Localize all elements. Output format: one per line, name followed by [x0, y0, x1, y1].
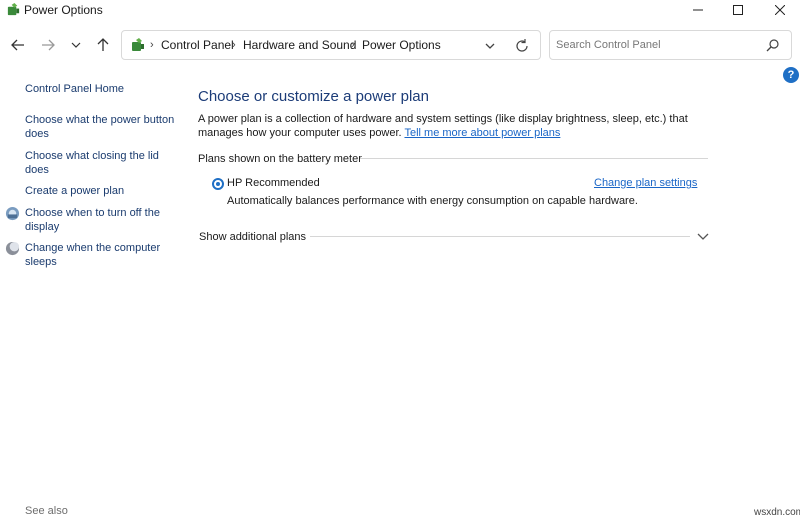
- address-dropdown-icon[interactable]: [482, 38, 498, 54]
- up-arrow-icon: [97, 38, 109, 51]
- display-icon: [5, 206, 20, 221]
- control-panel-home-link[interactable]: Control Panel Home: [25, 82, 177, 96]
- maximize-button[interactable]: [718, 0, 758, 20]
- forward-arrow-icon: [42, 39, 55, 51]
- breadcrumb-control-panel[interactable]: Control Panel: [161, 38, 234, 52]
- description-line-2: manages how your computer uses power. Te…: [198, 126, 688, 140]
- search-icon[interactable]: [766, 38, 780, 52]
- plan-description: Automatically balances performance with …: [227, 195, 638, 207]
- refresh-icon[interactable]: [514, 38, 530, 54]
- see-also-heading: See also: [25, 505, 68, 517]
- breadcrumb-hardware-and-sound[interactable]: Hardware and Sound: [243, 38, 356, 52]
- minimize-icon: [693, 9, 703, 11]
- sidebar-item-turn-off-display[interactable]: Choose when to turn off the display: [25, 206, 177, 234]
- moon-sleep-icon: [5, 241, 20, 256]
- back-arrow-icon: [11, 39, 24, 51]
- group-divider: [360, 158, 708, 159]
- hp-recommended-radio[interactable]: [212, 178, 224, 190]
- sidebar-item-computer-sleeps[interactable]: Change when the computer sleeps: [25, 241, 177, 269]
- address-bar[interactable]: › Control Panel › Hardware and Sound › P…: [121, 30, 541, 60]
- sidebar-item-label: Choose what closing the lid: [25, 150, 159, 162]
- up-button[interactable]: [93, 36, 113, 54]
- description-line: A power plan is a collection of hardware…: [198, 113, 688, 125]
- breadcrumb-power-options[interactable]: Power Options: [362, 38, 441, 52]
- navigation-bar: › Control Panel › Hardware and Sound › P…: [0, 22, 800, 66]
- sidebar-item-label: Choose what the power button: [25, 114, 175, 126]
- close-button[interactable]: [760, 0, 800, 20]
- sidebar-item-label: sleeps: [25, 256, 57, 268]
- sidebar-item-label: does: [25, 164, 49, 176]
- forward-button[interactable]: [38, 36, 58, 54]
- chevron-down-icon[interactable]: [696, 230, 710, 242]
- sidebar-item-closing-lid[interactable]: Choose what closing the lid does: [25, 149, 177, 177]
- help-icon[interactable]: ?: [783, 67, 799, 83]
- plan-name[interactable]: HP Recommended: [227, 177, 320, 189]
- title-bar: Power Options: [0, 0, 800, 20]
- additional-plans-divider: [310, 236, 690, 237]
- minimize-button[interactable]: [678, 0, 718, 20]
- control-panel-icon: [132, 38, 144, 51]
- search-input[interactable]: [556, 37, 756, 53]
- show-additional-plans-toggle[interactable]: Show additional plans: [199, 231, 306, 243]
- power-options-icon: [7, 2, 20, 16]
- sidebar-item-label: display: [25, 221, 60, 233]
- search-box[interactable]: [549, 30, 792, 60]
- sidebar-item-label: Choose when to turn off the: [25, 207, 160, 219]
- chevron-right-icon: ›: [351, 39, 355, 51]
- sidebar-item-label: Change when the computer: [25, 242, 161, 254]
- left-pane: Control Panel Home Choose what the power…: [0, 70, 185, 523]
- chevron-right-icon: ›: [232, 39, 236, 51]
- close-icon: [775, 5, 785, 15]
- tell-me-more-link[interactable]: Tell me more about power plans: [404, 127, 560, 139]
- watermark: wsxdn.com: [754, 507, 800, 518]
- description-text: manages how your computer uses power.: [198, 127, 405, 139]
- sidebar-item-power-button[interactable]: Choose what the power button does: [25, 113, 177, 141]
- recent-locations-chevron-icon: [71, 42, 81, 48]
- maximize-icon: [733, 5, 743, 15]
- page-description: A power plan is a collection of hardware…: [198, 112, 688, 140]
- sidebar-item-label: Create a power plan: [25, 185, 125, 197]
- change-plan-settings-link[interactable]: Change plan settings: [594, 177, 697, 189]
- page-title: Choose or customize a power plan: [198, 88, 429, 105]
- recent-locations-button[interactable]: [66, 36, 86, 54]
- sidebar-item-create-power-plan[interactable]: Create a power plan: [25, 184, 177, 198]
- chevron-right-icon: ›: [150, 39, 154, 51]
- back-button[interactable]: [8, 36, 28, 54]
- window-title: Power Options: [24, 3, 103, 17]
- sidebar-item-label: does: [25, 128, 49, 140]
- battery-meter-group-header: Plans shown on the battery meter: [198, 153, 362, 165]
